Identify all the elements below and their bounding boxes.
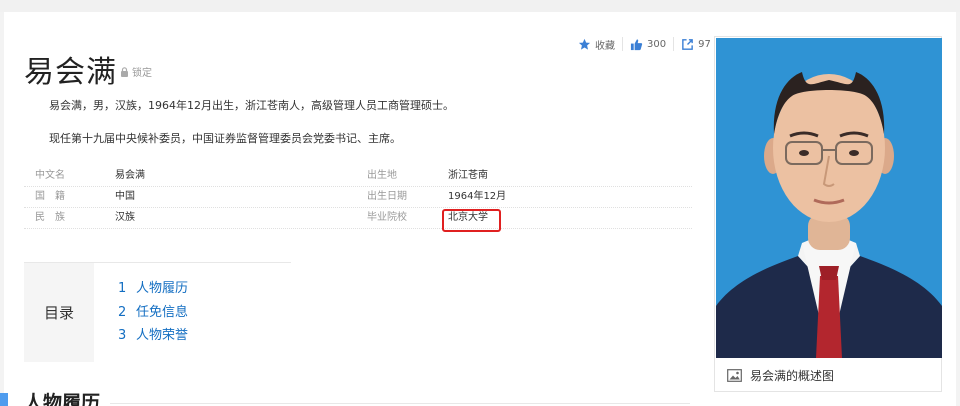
thumbs-up-icon — [630, 38, 643, 50]
info-value: 1964年12月 — [448, 191, 507, 202]
summary-line-1: 易会满，男，汉族，1964年12月出生，浙江苍南人，高级管理人员工商管理硕士。 — [49, 99, 454, 112]
page-title: 易会满 — [24, 55, 117, 90]
summary-line-2: 现任第十九届中央候补委员，中国证券监督管理委员会党委书记、主席。 — [49, 132, 401, 145]
summary-photo-card[interactable]: 易会满的概述图 — [714, 36, 942, 392]
collect-button[interactable]: 收藏 — [578, 37, 615, 52]
info-key: 毕业院校 — [367, 212, 407, 223]
photo-caption-text: 易会满的概述图 — [750, 369, 835, 383]
toc-label: 目录 — [24, 263, 94, 362]
section-title: 人物履历 — [24, 392, 101, 406]
lock-indicator: 锁定 — [120, 64, 152, 79]
like-count: 300 — [647, 38, 667, 50]
info-key: 中文名 — [35, 170, 65, 181]
info-value: 汉族 — [115, 212, 135, 223]
portrait-photo[interactable] — [716, 38, 942, 358]
info-row: 国 籍 中国 出生日期 1964年12月 — [24, 187, 692, 208]
photo-caption[interactable]: 易会满的概述图 — [727, 367, 834, 384]
toc-item-career[interactable]: 1 人物履历 — [118, 277, 188, 301]
info-row: 民 族 汉族 毕业院校 北京大学 — [24, 208, 692, 229]
toc-item-label: 任免信息 — [136, 304, 189, 320]
info-key: 国 籍 — [35, 191, 65, 202]
section-marker — [0, 393, 8, 406]
info-key: 民 族 — [35, 212, 65, 223]
toc-item-label: 人物履历 — [136, 281, 189, 296]
info-key: 出生日期 — [367, 191, 407, 202]
share-button[interactable]: 97 — [681, 38, 711, 51]
info-row: 中文名 易会满 出生地 浙江苍南 — [24, 166, 692, 187]
info-value: 中国 — [115, 191, 135, 202]
highlight-box — [442, 209, 501, 232]
toc-item-appointments[interactable]: 2 任免信息 — [118, 301, 188, 325]
top-bar — [0, 0, 960, 12]
lock-icon — [121, 66, 128, 77]
toc-number: 2 — [118, 304, 127, 320]
basic-info-table: 中文名 易会满 出生地 浙江苍南 国 籍 中国 出生日期 1964年12月 民 … — [24, 166, 692, 229]
toc-list: 1 人物履历 2 任免信息 3 人物荣誉 — [94, 263, 188, 362]
star-icon — [578, 38, 591, 50]
lock-label: 锁定 — [132, 68, 152, 79]
collect-label: 收藏 — [595, 40, 615, 52]
section-divider — [110, 403, 690, 404]
toc-item-label: 人物荣誉 — [136, 328, 189, 343]
portrait-image — [716, 38, 942, 358]
table-of-contents: 目录 1 人物履历 2 任免信息 3 人物荣誉 — [24, 262, 291, 362]
share-icon — [682, 38, 693, 50]
toc-number: 1 — [118, 281, 127, 296]
info-value: 浙江苍南 — [448, 170, 488, 181]
share-count: 97 — [698, 38, 711, 50]
toolbar-divider — [673, 37, 675, 51]
info-key: 出生地 — [367, 170, 397, 181]
toc-item-honors[interactable]: 3 人物荣誉 — [118, 324, 188, 348]
album-icon — [727, 369, 742, 382]
toolbar-divider — [622, 37, 623, 51]
like-button[interactable]: 300 — [630, 38, 666, 51]
info-value: 易会满 — [115, 170, 145, 181]
toolbar: 收藏 300 97 — [578, 36, 711, 52]
toc-number: 3 — [118, 328, 127, 343]
